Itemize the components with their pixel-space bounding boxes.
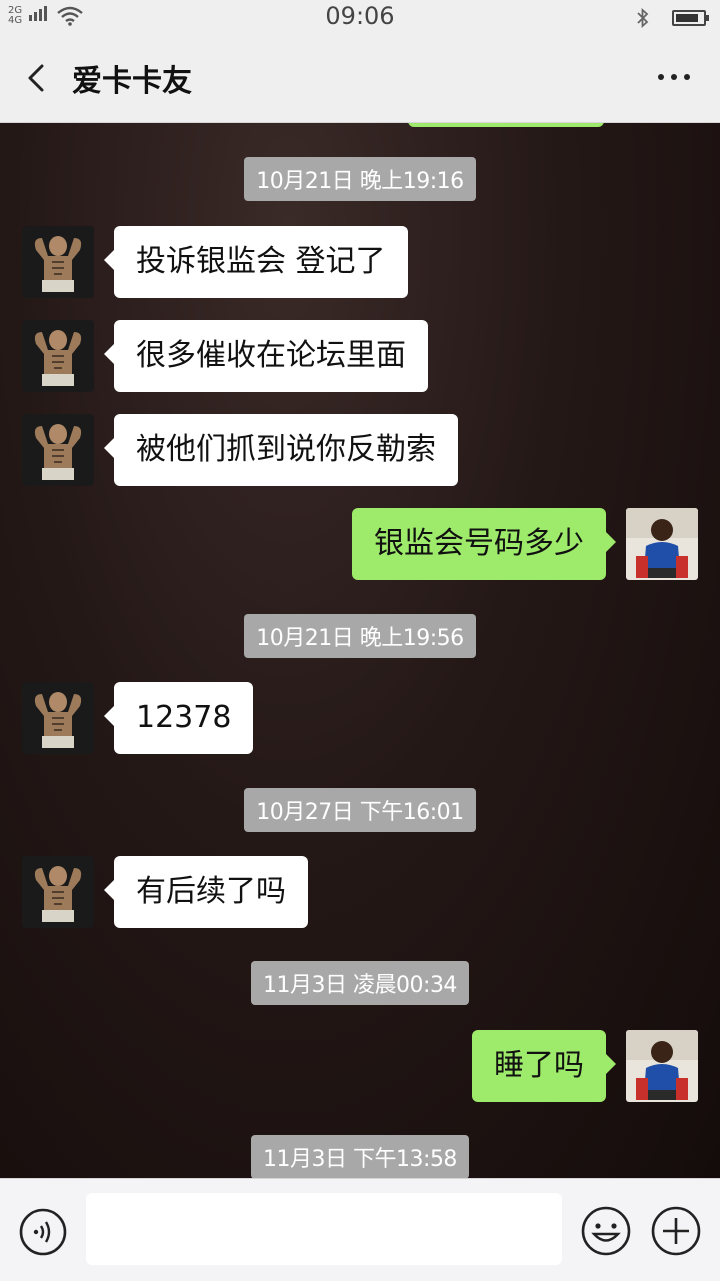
user-avatar[interactable]: [626, 508, 698, 580]
status-icons: [636, 8, 709, 28]
incoming-message[interactable]: 12378: [103, 682, 254, 754]
contact-avatar[interactable]: [22, 226, 94, 298]
timestamp: 11月3日 凌晨00:34: [0, 961, 720, 1005]
battery-icon: [672, 10, 709, 26]
timestamp-label: 10月27日 下午16:01: [244, 788, 476, 832]
clock: 09:06: [325, 2, 395, 30]
incoming-message[interactable]: 有后续了吗: [104, 856, 308, 928]
plus-icon[interactable]: [650, 1205, 702, 1257]
timestamp-label: 10月21日 晚上19:16: [244, 157, 476, 201]
more-dots-icon[interactable]: [658, 74, 690, 80]
message-input[interactable]: [86, 1193, 562, 1265]
voice-icon[interactable]: [18, 1207, 68, 1257]
incoming-message[interactable]: 很多催收在论坛里面: [104, 320, 428, 392]
emoji-icon[interactable]: [580, 1205, 632, 1257]
timestamp-label: 11月3日 凌晨00:34: [251, 961, 469, 1005]
timestamp-label: 11月3日 下午13:58: [251, 1135, 469, 1178]
timestamp: 10月21日 晚上19:16: [0, 157, 720, 201]
timestamp: 10月21日 晚上19:56: [0, 614, 720, 658]
chat-area[interactable]: 10月21日 晚上19:16 投诉银监会 登记了 很多催收在论坛里面 被他们抓到…: [0, 123, 720, 1178]
timestamp-label: 10月21日 晚上19:56: [244, 614, 476, 658]
outgoing-message[interactable]: 睡了吗: [472, 1030, 616, 1102]
status-bar: 2G 4G 09:06: [0, 0, 720, 34]
user-avatar[interactable]: [626, 1030, 698, 1102]
timestamp: 10月27日 下午16:01: [0, 788, 720, 832]
contact-avatar[interactable]: [22, 414, 94, 486]
outgoing-message[interactable]: 银监会号码多少: [352, 508, 616, 580]
bluetooth-icon: [637, 8, 649, 28]
header: 爱卡卡友: [0, 34, 720, 123]
timestamp: 11月3日 下午13:58: [0, 1135, 720, 1178]
incoming-message[interactable]: 投诉银监会 登记了: [104, 226, 408, 298]
page-title: 爱卡卡友: [72, 64, 192, 99]
input-bar: [0, 1178, 720, 1281]
incoming-message[interactable]: 被他们抓到说你反勒索: [104, 414, 458, 486]
chevron-left-icon[interactable]: [20, 60, 56, 96]
contact-avatar[interactable]: [22, 320, 94, 392]
contact-avatar[interactable]: [22, 682, 94, 754]
partial-outgoing-bubble: [408, 123, 604, 127]
contact-avatar[interactable]: [22, 856, 94, 928]
